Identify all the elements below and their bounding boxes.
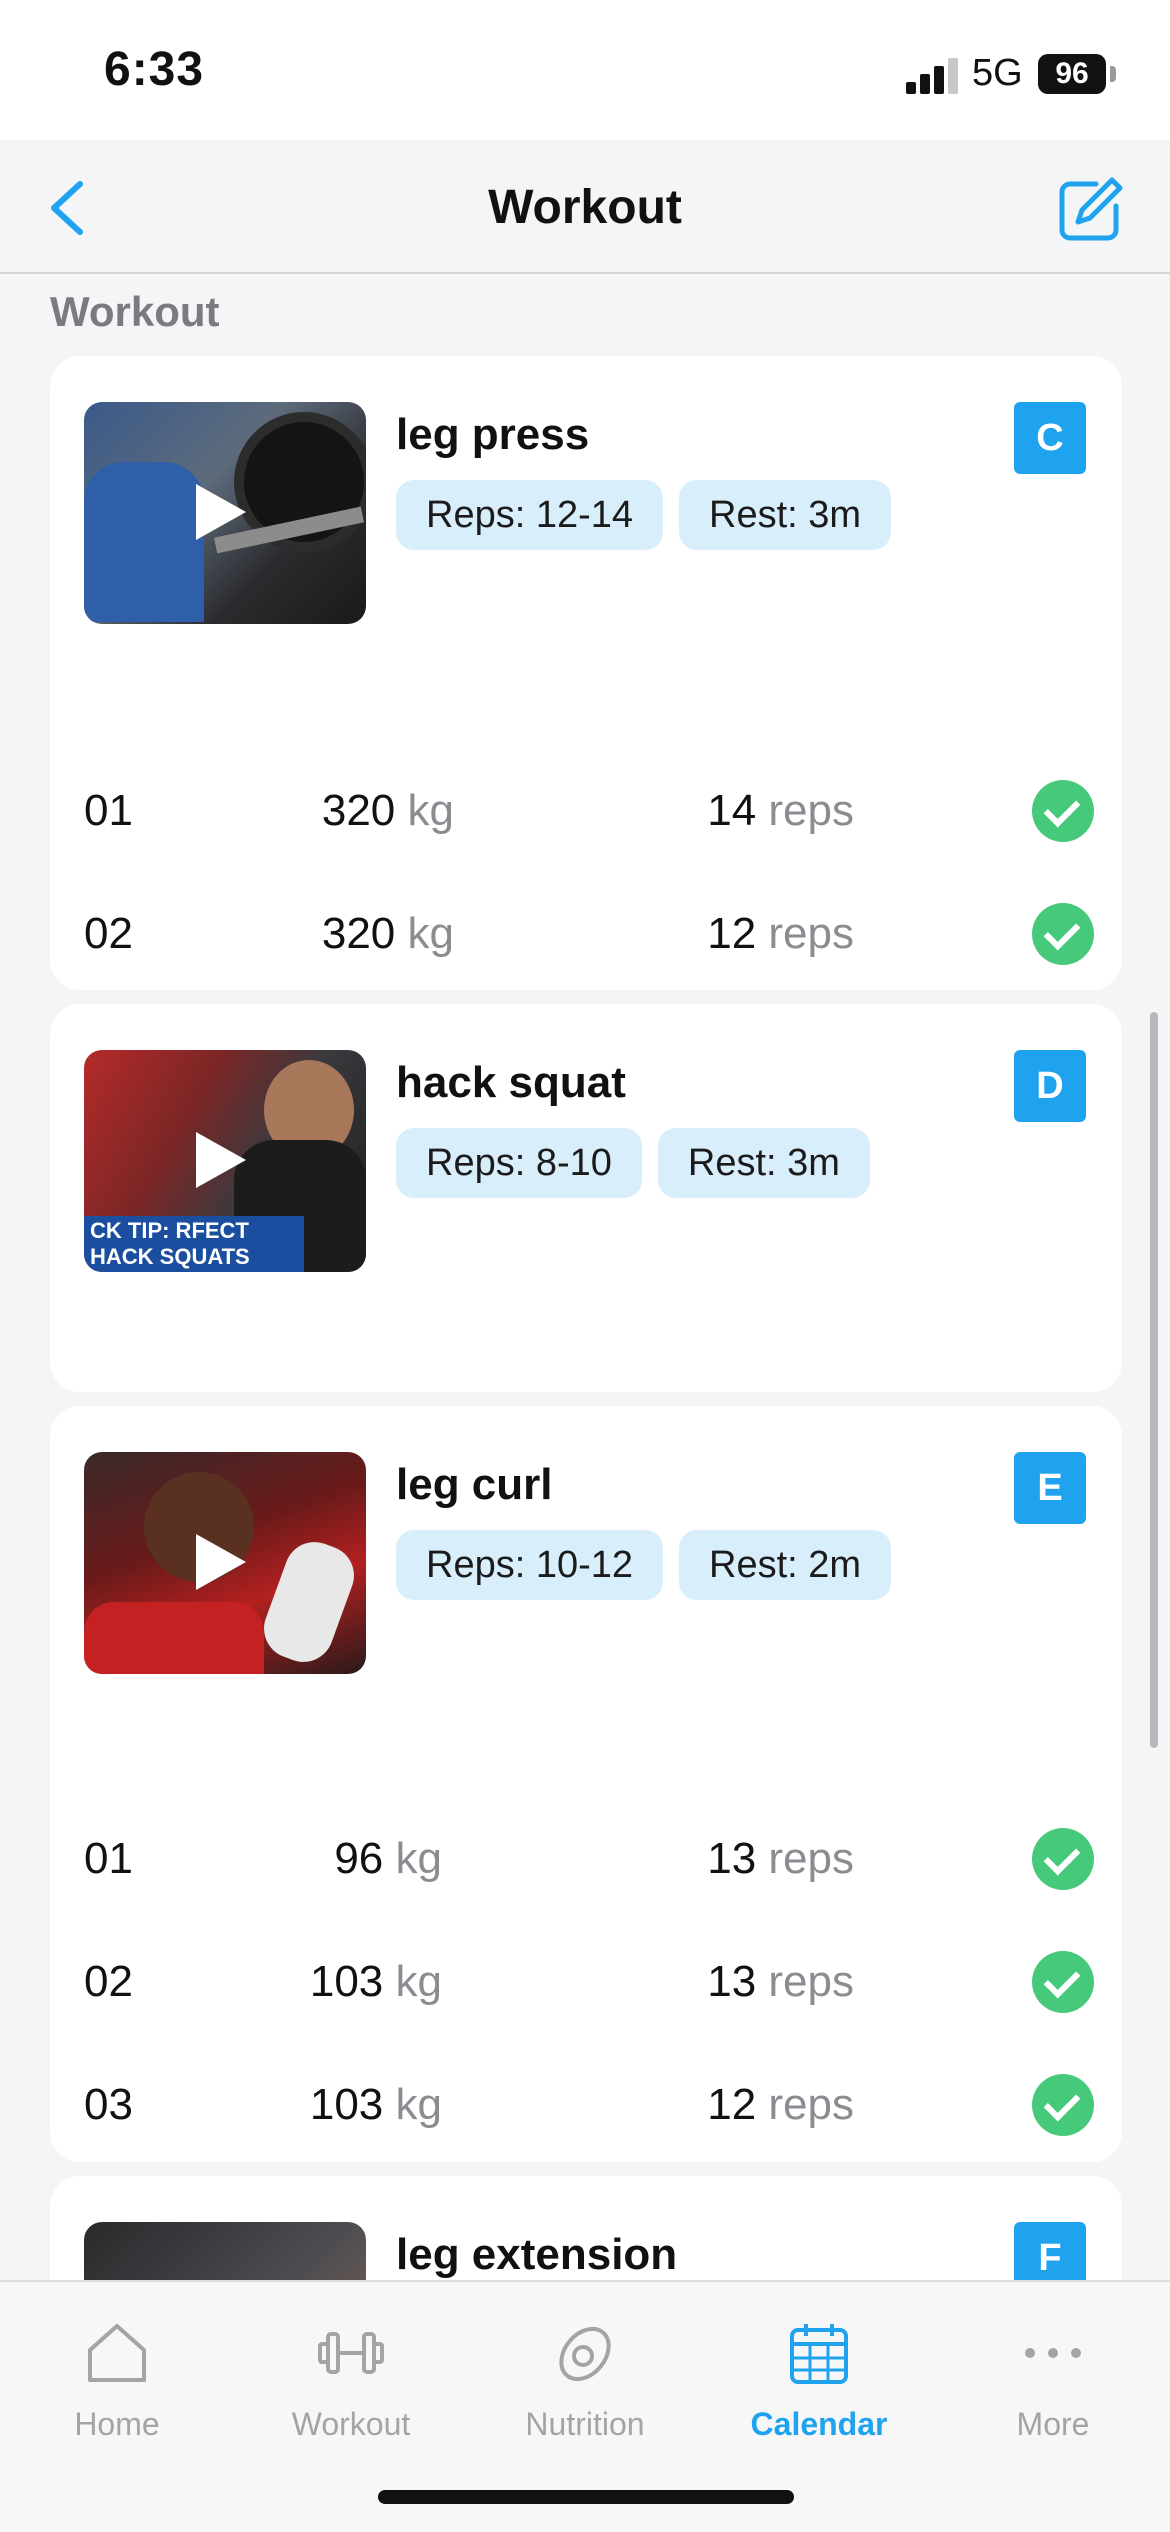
set-number: 01 xyxy=(84,1834,133,1883)
tab-label: Workout xyxy=(291,2406,411,2442)
check-icon[interactable] xyxy=(1032,780,1094,842)
exercise-tags: Reps: 12-14 Rest: 3m xyxy=(396,480,892,550)
exercise-card[interactable]: CK TIP: RFECT HACK SQUATS hack squat Rep… xyxy=(50,1004,1122,1392)
set-number: 03 xyxy=(84,2080,133,2129)
tab-label: Calendar xyxy=(750,2406,888,2442)
set-row[interactable]: 03 103 kg 12 reps xyxy=(84,2068,1094,2144)
set-number: 02 xyxy=(84,1957,133,2006)
reps-pill: Reps: 8-10 xyxy=(396,1128,642,1198)
exercise-tags: Reps: 8-10 Rest: 3m xyxy=(396,1128,870,1198)
battery-tip xyxy=(1110,66,1116,82)
avocado-icon xyxy=(559,2326,611,2382)
home-indicator[interactable] xyxy=(378,2490,794,2504)
tab-calendar[interactable]: Calendar xyxy=(702,2282,936,2482)
dumbbell-icon xyxy=(318,2332,384,2374)
status-bar: 6:33 5G 96 xyxy=(0,0,1170,140)
tab-nutrition[interactable]: Nutrition xyxy=(468,2282,702,2482)
reps-pill: Reps: 10-12 xyxy=(396,1530,664,1600)
play-icon xyxy=(196,484,246,540)
home-icon xyxy=(88,2324,146,2382)
tab-label: More xyxy=(1016,2406,1090,2442)
set-reps: 12 reps xyxy=(707,909,854,958)
set-row[interactable]: 02 103 kg 13 reps xyxy=(84,1945,1094,2021)
reps-pill: Reps: 12-14 xyxy=(396,480,664,550)
exercise-card[interactable]: leg extension F xyxy=(50,2176,1122,2280)
exercise-name: leg curl xyxy=(396,1460,553,1509)
check-icon[interactable] xyxy=(1032,1951,1094,2013)
video-thumbnail[interactable] xyxy=(84,1452,366,1674)
rest-pill: Rest: 2m xyxy=(679,1530,892,1600)
exercise-name: leg extension xyxy=(396,2230,678,2279)
set-number: 02 xyxy=(84,909,133,958)
superset-badge: D xyxy=(1014,1050,1086,1122)
edit-icon[interactable] xyxy=(1056,174,1126,244)
play-icon xyxy=(196,1534,246,1590)
set-reps: 13 reps xyxy=(707,1957,854,2006)
nav-bar: Workout xyxy=(0,140,1170,274)
calendar-icon xyxy=(790,2324,848,2384)
section-label: Workout xyxy=(50,288,220,335)
check-icon[interactable] xyxy=(1032,1828,1094,1890)
video-thumbnail[interactable] xyxy=(84,402,366,624)
set-reps: 13 reps xyxy=(707,1834,854,1883)
video-thumbnail[interactable] xyxy=(84,2222,366,2280)
set-weight: 320 kg xyxy=(321,786,454,835)
exercise-card[interactable]: leg press Reps: 12-14 Rest: 3m C 01 320 … xyxy=(50,356,1122,990)
check-icon[interactable] xyxy=(1032,903,1094,965)
set-weight: 103 kg xyxy=(309,1957,442,2006)
superset-badge: F xyxy=(1014,2222,1086,2280)
workout-content[interactable]: Workout leg press Reps: 12-14 Rest: 3m C… xyxy=(0,276,1170,2280)
set-reps: 14 reps xyxy=(707,786,854,835)
scrollbar[interactable] xyxy=(1150,1012,1158,1748)
exercise-card[interactable]: leg curl Reps: 10-12 Rest: 2m E 01 96 kg… xyxy=(50,1406,1122,2162)
set-row[interactable]: 01 320 kg 14 reps xyxy=(84,774,1094,850)
set-reps: 12 reps xyxy=(707,2080,854,2129)
battery-icon: 96 xyxy=(1038,54,1106,94)
set-number: 01 xyxy=(84,786,133,835)
tab-label: Home xyxy=(74,2406,160,2442)
superset-badge: C xyxy=(1014,402,1086,474)
tab-workout[interactable]: Workout xyxy=(234,2282,468,2482)
exercise-name: leg press xyxy=(396,410,590,459)
thumbnail-caption: CK TIP: RFECT HACK SQUATS xyxy=(84,1216,304,1272)
tab-more[interactable]: More xyxy=(936,2282,1170,2482)
tab-home[interactable]: Home xyxy=(0,2282,234,2482)
set-row[interactable]: 01 96 kg 13 reps xyxy=(84,1822,1094,1898)
check-icon[interactable] xyxy=(1032,2074,1094,2136)
page-title: Workout xyxy=(488,181,682,234)
exercise-tags: Reps: 10-12 Rest: 2m xyxy=(396,1530,892,1600)
more-dots-icon xyxy=(1025,2348,1081,2358)
set-weight: 320 kg xyxy=(321,909,454,958)
rest-pill: Rest: 3m xyxy=(679,480,892,550)
set-row[interactable]: 02 320 kg 12 reps xyxy=(84,897,1094,973)
set-weight: 103 kg xyxy=(309,2080,442,2129)
rest-pill: Rest: 3m xyxy=(657,1128,870,1198)
set-weight: 96 kg xyxy=(334,1834,442,1883)
status-time: 6:33 xyxy=(104,43,205,96)
exercise-name: hack squat xyxy=(396,1058,626,1107)
tab-label: Nutrition xyxy=(525,2406,645,2442)
superset-badge: E xyxy=(1014,1452,1086,1524)
play-icon xyxy=(196,1132,246,1188)
network-type: 5G xyxy=(972,52,1023,94)
cellular-signal-icon xyxy=(906,58,960,94)
video-thumbnail[interactable]: CK TIP: RFECT HACK SQUATS xyxy=(84,1050,366,1272)
